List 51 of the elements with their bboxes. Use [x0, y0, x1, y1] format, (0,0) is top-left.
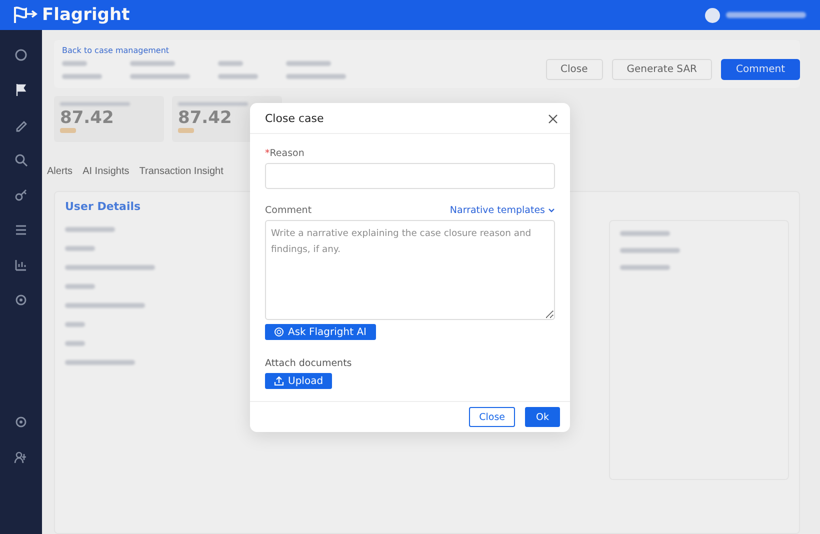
list-icon[interactable] — [14, 223, 28, 237]
tab[interactable]: Alerts — [47, 166, 73, 177]
flag-icon[interactable] — [14, 83, 28, 97]
detail-text — [65, 360, 135, 365]
comment-field[interactable]: Write a narrative explaining the case closure reason and findings, if any. — [265, 220, 555, 320]
detail-text — [65, 284, 95, 289]
field-value — [218, 74, 258, 78]
dialog-title: Close case — [265, 112, 324, 125]
detail-text — [65, 322, 85, 327]
risk-tag — [178, 128, 194, 133]
settings-icon[interactable] — [14, 415, 28, 429]
ask-ai-button[interactable]: Ask Flagright AI — [265, 324, 376, 340]
upload-icon — [274, 376, 284, 386]
detail-text — [65, 227, 115, 232]
field-label — [218, 60, 243, 66]
chevron-down-icon — [548, 208, 555, 213]
flag-logo-icon — [12, 5, 38, 25]
narrative-templates-link[interactable]: Narrative templates — [450, 205, 555, 216]
score-value: 87.42 — [60, 108, 115, 128]
field-label — [286, 60, 331, 66]
risk-tag — [60, 128, 76, 133]
field-value — [62, 74, 102, 78]
upload-button[interactable]: Upload — [265, 373, 332, 389]
attach-label: Attach documents — [265, 358, 353, 369]
search-icon[interactable] — [14, 153, 28, 167]
field-value — [286, 74, 346, 78]
chart-icon[interactable] — [14, 258, 28, 272]
key-icon[interactable] — [14, 188, 28, 202]
close-button[interactable]: Close — [469, 407, 516, 427]
close-icon[interactable] — [548, 114, 558, 124]
tab[interactable]: Transaction Insight — [139, 166, 224, 177]
action-button[interactable]: Close — [546, 59, 603, 80]
ai-icon — [274, 327, 284, 337]
detail-text — [65, 341, 85, 346]
field-value — [130, 74, 190, 78]
circle-icon[interactable] — [14, 48, 28, 62]
field-label: *Reason — [265, 148, 304, 159]
avatar-icon[interactable] — [705, 8, 720, 22]
field-label: Comment — [265, 205, 312, 216]
people-icon[interactable] — [14, 450, 28, 464]
back-link[interactable]: Back to case management — [62, 46, 792, 55]
ok-button[interactable]: Ok — [525, 407, 560, 427]
field-label — [62, 60, 87, 66]
field-label — [130, 60, 175, 66]
section-title: User Details — [65, 200, 142, 213]
reason-field[interactable] — [265, 163, 555, 189]
tab[interactable]: AI Insights — [82, 166, 130, 177]
comment-button[interactable]: Comment — [721, 59, 800, 80]
action-button[interactable]: Generate SAR — [612, 59, 712, 80]
brand-name: Flagright — [42, 5, 130, 25]
detail-text — [65, 246, 95, 251]
